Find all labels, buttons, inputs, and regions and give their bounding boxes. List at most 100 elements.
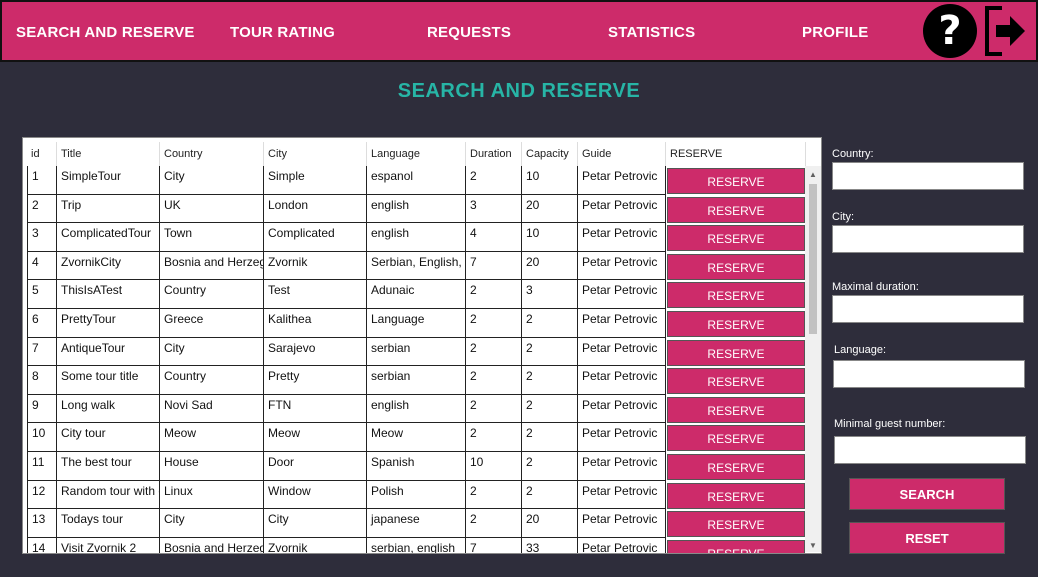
reserve-button[interactable]: RESERVE [667,225,805,252]
nav-requests[interactable]: REQUESTS [427,24,511,41]
nav-search-and-reserve[interactable]: SEARCH AND RESERVE [16,24,195,41]
cell-city: Complicated [264,223,367,252]
cell-id: 2 [27,194,57,224]
reserve-button[interactable]: RESERVE [667,511,805,538]
nav-tour-rating[interactable]: TOUR RATING [230,24,335,41]
table-header: id Title Country City Language Duration … [27,142,817,166]
cell-duration: 2 [466,309,522,338]
cell-city: Meow [264,423,367,452]
max-duration-label: Maximal duration: [832,281,919,293]
search-button[interactable]: SEARCH [849,478,1005,510]
table-row[interactable]: 14Visit Zvornik 2Bosnia and HerzegovinaZ… [27,537,807,553]
reserve-button[interactable]: RESERVE [667,368,805,395]
table-row[interactable]: 13 Todays tour City City japanese 2 20 Petar Pe… [27,509,807,538]
cell-capacity: 20 [522,509,578,538]
cell-city: FTN [264,394,367,424]
reserve-button[interactable]: RESERVE [667,168,805,194]
city-label: City: [832,211,854,223]
cell-language: Adunaic [367,280,466,309]
cell-title: ThisIsATest [57,280,160,309]
scroll-down-arrow-icon[interactable]: ▼ [809,541,817,550]
cell-country: Greece [160,309,264,338]
table-row[interactable]: 4ZvornikCityBosnia and HerzegovinaZvorni… [27,251,807,281]
reserve-button[interactable]: RESERVE [667,253,805,280]
table-row[interactable]: 3 ComplicatedTour Town Complicated english 4 1… [27,223,807,252]
table-row[interactable]: 2 Trip UK London english 3 20 Petar Petrovic RES… [27,194,807,224]
cell-capacity: 2 [522,337,578,367]
city-input[interactable] [832,225,1024,253]
reserve-button[interactable]: RESERVE [667,196,805,223]
cell-country: Bosnia and Herzegovina [160,251,264,281]
table-row[interactable]: 9 Long walk Novi Sad FTN english 2 2 Petar Petr… [27,394,807,424]
cell-city: Zvornik [264,251,367,281]
cell-guide: Petar Petrovic [578,537,666,553]
cell-title: Long walk [57,394,160,424]
cell-title: Some tour title [57,366,160,395]
reserve-button[interactable]: RESERVE [667,482,805,509]
column-header-id[interactable]: id [27,142,57,166]
cell-id: 7 [27,337,57,367]
nav-statistics[interactable]: STATISTICS [608,24,695,41]
cell-city: London [264,194,367,224]
cell-guide: Petar Petrovic [578,394,666,424]
cell-language: Meow [367,423,466,452]
table-row[interactable]: 11 The best tour House Door Spanish 10 2 Petar … [27,452,807,481]
nav-profile[interactable]: PROFILE [802,24,868,41]
cell-title: Random tour with coffee [57,480,160,510]
table-row[interactable]: 8 Some tour title Country Pretty serbian 2 2 Pe… [27,366,807,395]
column-header-guide[interactable]: Guide [578,142,666,166]
column-header-country[interactable]: Country [160,142,264,166]
table-row[interactable]: 5 ThisIsATest Country Test Adunaic 2 3 Petar Pe… [27,280,807,309]
table-row[interactable]: 10 City tour Meow Meow Meow 2 2 Petar Petrovic R… [27,423,807,452]
reserve-button[interactable]: RESERVE [667,396,805,423]
column-header-language[interactable]: Language [367,142,466,166]
cell-title: ComplicatedTour [57,223,160,252]
cell-id: 6 [27,309,57,338]
cell-duration: 10 [466,452,522,481]
column-header-title[interactable]: Title [57,142,160,166]
cell-capacity: 2 [522,423,578,452]
column-header-city[interactable]: City [264,142,367,166]
cell-guide: Petar Petrovic [578,480,666,510]
cell-language: Spanish [367,452,466,481]
cell-duration: 7 [466,251,522,281]
cell-guide: Petar Petrovic [578,280,666,309]
country-input[interactable] [832,162,1024,190]
reserve-button[interactable]: RESERVE [667,425,805,452]
scroll-thumb[interactable] [809,184,817,334]
cell-duration: 3 [466,194,522,224]
cell-guide: Petar Petrovic [578,223,666,252]
cell-capacity: 2 [522,452,578,481]
scroll-up-arrow-icon[interactable]: ▲ [809,170,817,179]
reset-button[interactable]: RESET [849,522,1005,554]
reserve-button[interactable]: RESERVE [667,339,805,366]
page-title: SEARCH AND RESERVE [397,80,641,102]
cell-title: PrettyTour [57,309,160,338]
logout-arrow-icon[interactable] [984,4,1028,58]
column-header-duration[interactable]: Duration [466,142,522,166]
cell-language: serbian [367,366,466,395]
cell-title: SimpleTour [57,166,160,195]
min-guests-input[interactable] [834,436,1026,464]
cell-duration: 2 [466,394,522,424]
max-duration-input[interactable] [832,295,1024,323]
table-row[interactable]: 6 PrettyTour Greece Kalithea Language 2 2 Petar… [27,309,807,338]
cell-id: 9 [27,394,57,424]
cell-capacity: 10 [522,166,578,195]
language-input[interactable] [833,360,1025,388]
reserve-button[interactable]: RESERVE [667,454,805,480]
table-row[interactable]: 12Random tour with coffeeLinuxWindowPoli… [27,480,807,510]
reserve-button[interactable]: RESERVE [667,311,805,337]
cell-title: AntiqueTour [57,337,160,367]
table-row[interactable]: 7 AntiqueTour City Sarajevo serbian 2 2 Petar P… [27,337,807,367]
reserve-button[interactable]: RESERVE [667,282,805,309]
reserve-button[interactable]: RESERVE [667,539,805,553]
cell-id: 5 [27,280,57,309]
table-row[interactable]: 1 SimpleTour City Simple espanol 2 10 Petar Pet… [27,166,807,195]
cell-duration: 2 [466,337,522,367]
cell-city: Simple [264,166,367,195]
table-scrollbar[interactable]: ▲ ▼ [805,166,821,552]
column-header-capacity[interactable]: Capacity [522,142,578,166]
column-header-reserve[interactable]: RESERVE [666,142,806,166]
question-mark-icon[interactable]: ? [923,4,977,58]
